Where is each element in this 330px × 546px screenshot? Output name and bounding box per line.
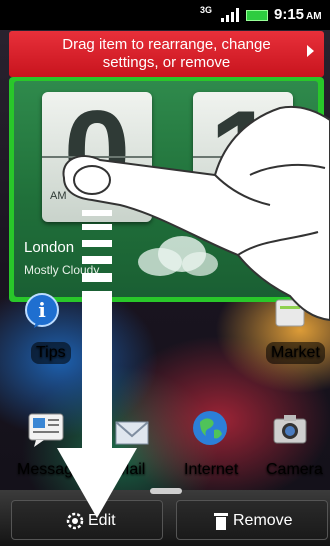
internet-globe-icon[interactable]	[190, 408, 230, 448]
chevron-right-icon	[307, 45, 314, 57]
market-icon[interactable]	[270, 292, 310, 332]
banner-line-1: Drag item to rearrange, change	[62, 36, 271, 53]
flip-divider	[42, 156, 152, 158]
battery-icon	[246, 10, 268, 21]
status-time: 9:15 AM	[274, 6, 322, 23]
edit-label: Edit	[88, 512, 116, 529]
remove-button[interactable]: Remove	[176, 500, 328, 540]
weather-condition: Mostly Cloudy	[24, 263, 100, 277]
app-label-camera[interactable]: Camera	[266, 461, 323, 479]
cloud-icon	[138, 236, 218, 276]
signal-icon	[221, 8, 239, 22]
remove-label: Remove	[233, 512, 293, 529]
trash-icon	[214, 513, 228, 530]
svg-text:i: i	[38, 298, 46, 322]
mail-icon[interactable]	[112, 412, 152, 452]
drag-handle[interactable]	[150, 488, 182, 494]
messages-icon[interactable]	[26, 410, 66, 450]
status-bar: 3G 9:15 AM	[0, 0, 330, 30]
time-value: 9:15	[274, 6, 305, 23]
hour-flip-card: 0 AM	[42, 92, 152, 222]
app-label-mail[interactable]: Mail	[116, 461, 145, 479]
tips-icon[interactable]: i	[22, 290, 62, 330]
rearrange-banner[interactable]: Drag item to rearrange, change settings,…	[9, 31, 324, 77]
clock-ampm: AM	[50, 190, 67, 202]
home-screen: 3G 9:15 AM Drag item to rearrange, change…	[0, 0, 330, 546]
camera-icon[interactable]	[270, 410, 310, 450]
app-label-tips[interactable]: Tips	[31, 342, 71, 364]
app-label-messages[interactable]: Messages	[17, 461, 90, 479]
weather-city: London	[24, 239, 75, 256]
time-ampm: AM	[306, 11, 322, 22]
network-indicator: 3G	[200, 5, 213, 15]
gear-icon	[66, 512, 84, 530]
minute-digit: 1	[209, 92, 277, 220]
flip-divider	[193, 156, 293, 158]
edit-button[interactable]: Edit	[11, 500, 163, 540]
app-label-market[interactable]: Market	[266, 342, 325, 364]
banner-line-2: settings, or remove	[102, 54, 231, 71]
app-label-internet[interactable]: Internet	[184, 461, 238, 479]
minute-flip-card: 1	[193, 92, 293, 222]
